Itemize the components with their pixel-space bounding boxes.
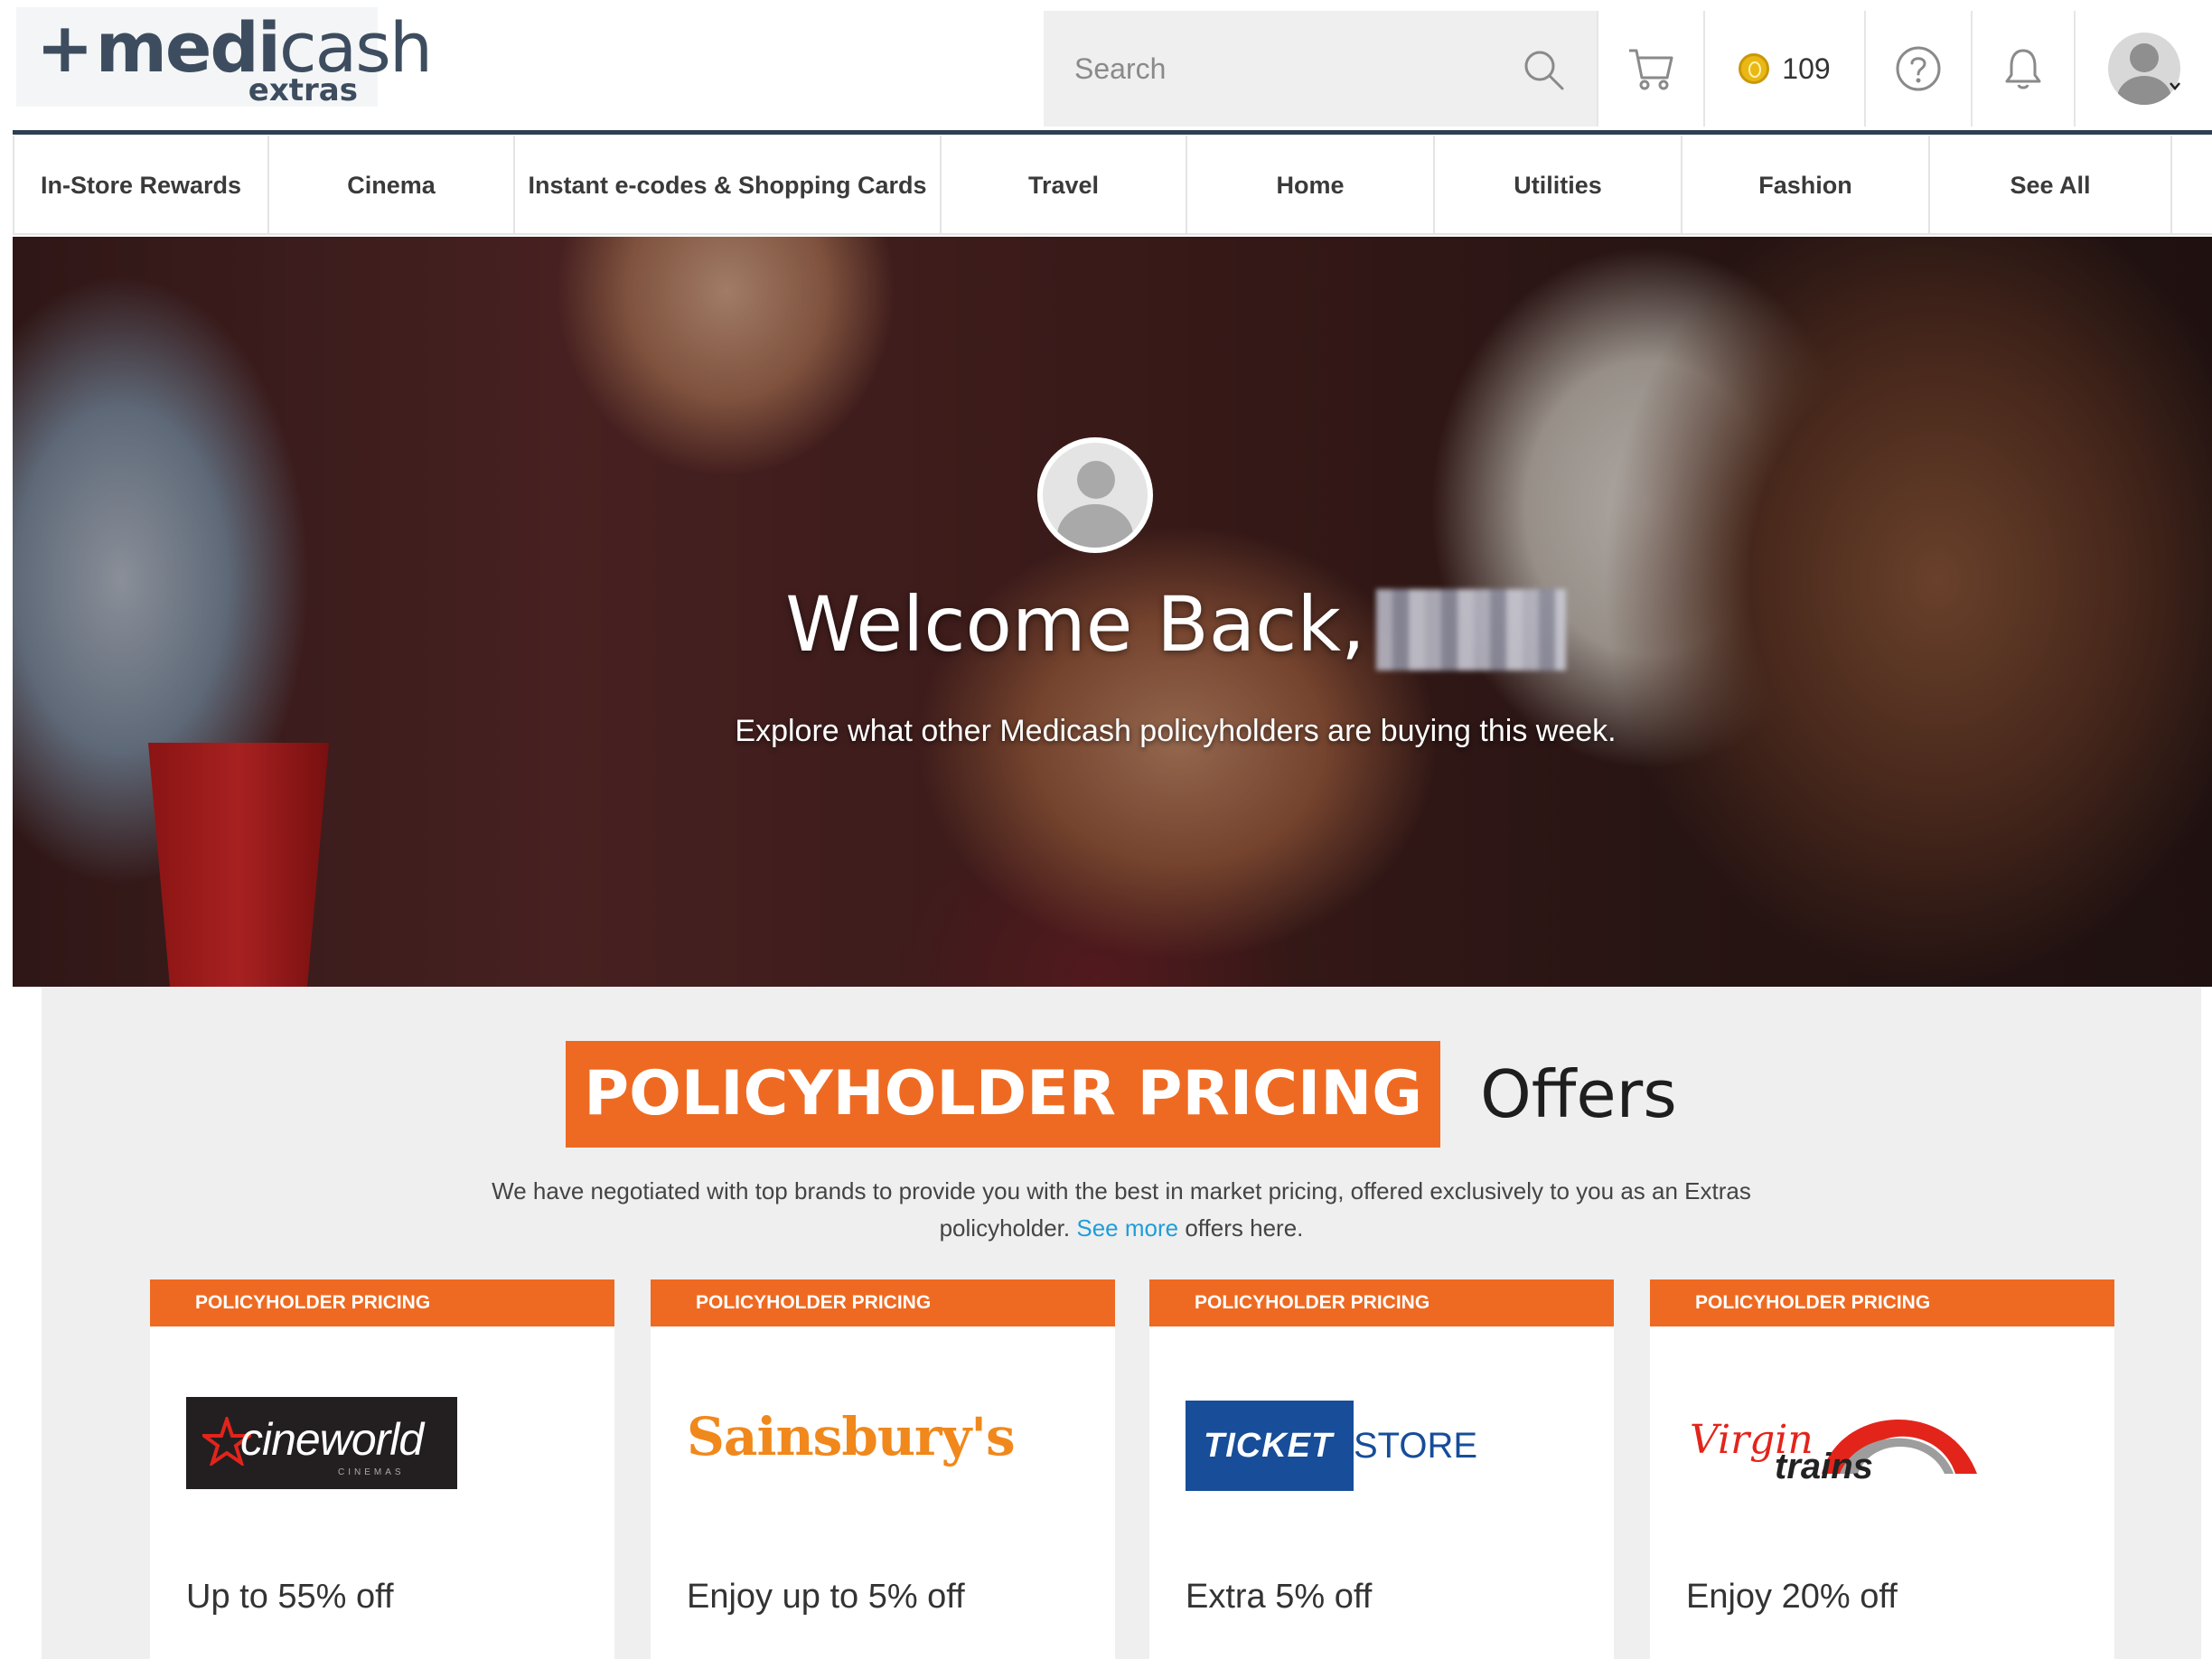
offers-desc-text-2: policyholder.	[939, 1214, 1071, 1242]
hero-avatar	[1037, 437, 1153, 553]
logo-sub: extras	[248, 72, 358, 108]
notifications-button[interactable]	[1971, 11, 2074, 127]
offers-description: We have negotiated with top brands to pr…	[403, 1173, 1840, 1247]
offer-card-ticketstore[interactable]: POLICYHOLDER PRICING TICKET STORE Extra …	[1149, 1279, 1614, 1659]
nav-item-see-all[interactable]: See All	[1928, 136, 2172, 235]
cart-icon	[1629, 49, 1673, 90]
offers-desc-text-1: We have negotiated with top brands to pr…	[492, 1177, 1751, 1204]
welcome-text: Welcome Back,	[785, 580, 1365, 669]
nav-item-fashion[interactable]: Fashion	[1681, 136, 1928, 235]
offers-heading: POLICYHOLDER PRICING Offers	[42, 1041, 2201, 1148]
header-divider	[13, 130, 2212, 135]
bell-icon	[2005, 49, 2041, 89]
chevron-down-icon	[2170, 82, 2180, 90]
sainsburys-logo: Sainsbury's	[687, 1388, 1084, 1496]
avatar	[2107, 33, 2180, 105]
search-input[interactable]	[1044, 11, 1514, 127]
offer-text: Enjoy 20% off	[1686, 1578, 1898, 1616]
help-icon	[1896, 46, 1941, 91]
nav-item-instant-ecodes[interactable]: Instant e-codes & Shopping Cards	[513, 136, 940, 235]
nav-item-utilities[interactable]: Utilities	[1433, 136, 1681, 235]
account-menu-button[interactable]	[2074, 11, 2212, 127]
category-nav: In-Store Rewards Cinema Instant e-codes …	[13, 136, 2212, 235]
cineworld-small: CINEMAS	[338, 1467, 405, 1477]
virgin-trains-logo: Virgin trains	[1686, 1388, 2084, 1496]
offer-card-cineworld[interactable]: POLICYHOLDER PRICING cineworld CINEMAS U…	[150, 1279, 614, 1659]
cineworld-logo: cineworld CINEMAS	[186, 1388, 584, 1496]
offers-title: Offers	[1480, 1056, 1677, 1132]
welcome-heading: Welcome Back,	[13, 580, 2212, 671]
card-tag: POLICYHOLDER PRICING	[651, 1279, 1115, 1326]
card-tag: POLICYHOLDER PRICING	[150, 1279, 614, 1326]
offer-text: Extra 5% off	[1186, 1578, 1373, 1616]
offer-card-sainsburys[interactable]: POLICYHOLDER PRICING Sainsbury's Enjoy u…	[651, 1279, 1115, 1659]
medicash-extras-logo[interactable]: +medicash extras	[16, 7, 433, 108]
coins-balance-button[interactable]: 109	[1703, 11, 1864, 127]
offers-desc-text-3: offers here.	[1185, 1214, 1304, 1242]
sainsburys-wordmark: Sainsbury's	[687, 1406, 1016, 1467]
logo-wordmark: +medicash	[36, 7, 433, 89]
help-button[interactable]	[1864, 11, 1971, 127]
offer-text: Up to 55% off	[186, 1578, 394, 1616]
card-tag: POLICYHOLDER PRICING	[1149, 1279, 1614, 1326]
ticketstore-logo: TICKET STORE	[1186, 1388, 1583, 1496]
see-more-link[interactable]: See more	[1076, 1214, 1178, 1242]
cart-button[interactable]	[1597, 11, 1703, 127]
nav-item-in-store-rewards[interactable]: In-Store Rewards	[13, 136, 267, 235]
virgin-trains-mark: Virgin trains	[1690, 1417, 1977, 1486]
search-box	[1044, 11, 1597, 127]
policyholder-pricing-badge: POLICYHOLDER PRICING	[566, 1041, 1441, 1148]
ticketstore-store: STORE	[1354, 1426, 1478, 1466]
coin-icon	[1739, 53, 1770, 84]
nav-item-cinema[interactable]: Cinema	[267, 136, 513, 235]
nav-item-travel[interactable]: Travel	[940, 136, 1186, 235]
hero-subtitle: Explore what other Medicash policyholder…	[735, 714, 1617, 748]
logo-plus: +	[36, 7, 94, 88]
hero-banner: Welcome Back, Explore what other Medicas…	[13, 237, 2212, 987]
offer-text: Enjoy up to 5% off	[687, 1578, 965, 1616]
search-icon[interactable]	[1521, 47, 1568, 94]
coin-count: 109	[1782, 52, 1831, 85]
offers-section: POLICYHOLDER PRICING Offers We have nego…	[42, 987, 2201, 1659]
card-tag: POLICYHOLDER PRICING	[1650, 1279, 2114, 1326]
svg-text:trains: trains	[1775, 1447, 1873, 1486]
nav-item-home[interactable]: Home	[1186, 136, 1433, 235]
blurred-user-name	[1375, 589, 1566, 671]
top-header: +medicash extras 109	[0, 0, 2212, 136]
ticketstore-ticket: TICKET	[1186, 1401, 1354, 1491]
offer-card-virgin-trains[interactable]: POLICYHOLDER PRICING Virgin trains Enjoy…	[1650, 1279, 2114, 1659]
cineworld-wordmark: cineworld	[240, 1414, 424, 1465]
